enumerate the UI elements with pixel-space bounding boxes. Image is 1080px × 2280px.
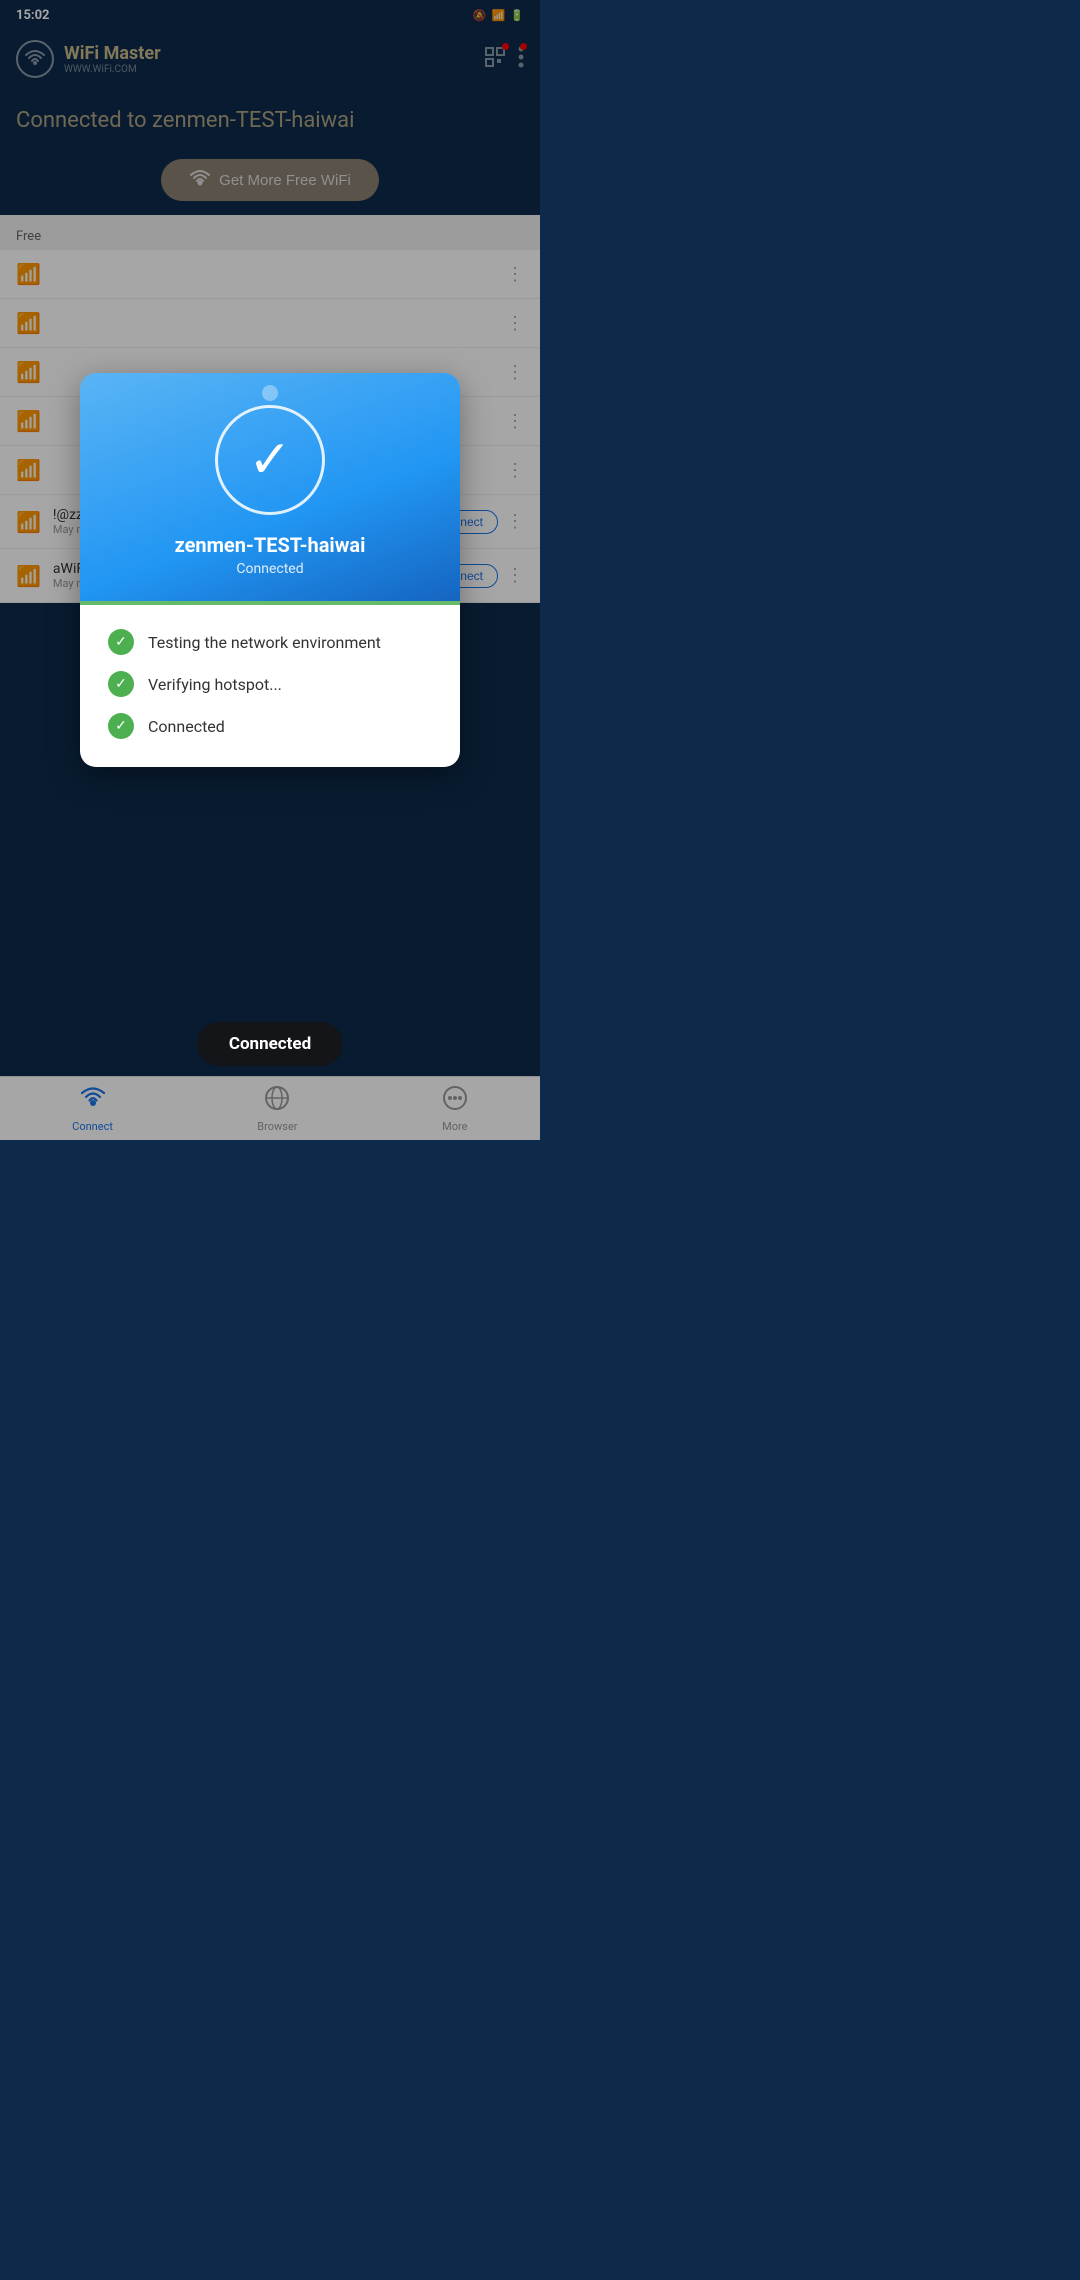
green-check-icon: ✓ [108,671,134,697]
check-row-text-3: Connected [148,717,225,736]
modal-bottom: ✓ Testing the network environment ✓ Veri… [80,605,460,767]
modal-ssid: zenmen-TEST-haiwai [104,533,436,557]
checkmark-small: ✓ [115,634,127,650]
connected-modal: ✓ zenmen-TEST-haiwai Connected ✓ Testing… [80,373,460,767]
green-check-icon: ✓ [108,713,134,739]
overlay: ✓ zenmen-TEST-haiwai Connected ✓ Testing… [0,0,540,1140]
check-row-1: ✓ Testing the network environment [108,629,432,655]
check-row-3: ✓ Connected [108,713,432,739]
checkmark-small: ✓ [115,676,127,692]
toast-text: Connected [229,1034,311,1054]
checkmark-icon: ✓ [248,434,292,486]
check-row-2: ✓ Verifying hotspot... [108,671,432,697]
modal-top: ✓ zenmen-TEST-haiwai Connected [80,373,460,601]
modal-connected-label: Connected [104,561,436,577]
green-check-icon: ✓ [108,629,134,655]
checkmark-small: ✓ [115,718,127,734]
toast: Connected [197,1022,343,1066]
check-row-text-2: Verifying hotspot... [148,675,282,694]
success-check-circle: ✓ [215,405,325,515]
check-row-text-1: Testing the network environment [148,633,381,652]
modal-bubble [262,385,278,401]
